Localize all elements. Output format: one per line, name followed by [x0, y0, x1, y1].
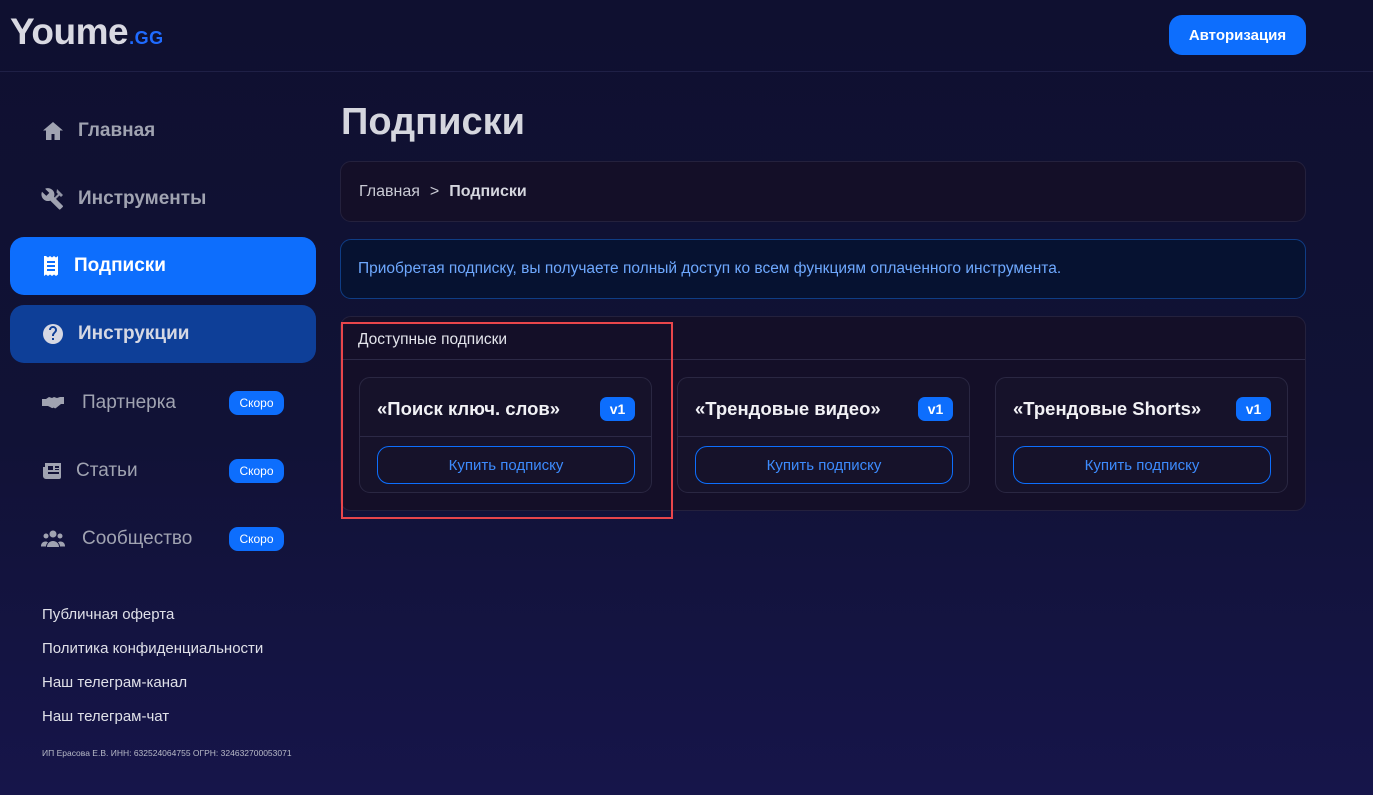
sidebar-item-label: Статьи	[76, 460, 138, 481]
top-header: Youme.GG Авторизация	[0, 0, 1373, 72]
subscriptions-panel: Доступные подписки «Поиск ключ. слов» v1…	[340, 316, 1306, 511]
sidebar-item-partners[interactable]: Партнерка Скоро	[10, 374, 316, 432]
legal-info: ИП Ерасова Е.В. ИНН: 632524064755 ОГРН: …	[42, 748, 292, 758]
newspaper-icon	[40, 458, 66, 484]
logo[interactable]: Youme.GG	[10, 12, 164, 58]
sidebar-item-subscriptions[interactable]: Подписки	[10, 237, 316, 295]
page-title: Подписки	[341, 101, 525, 143]
card-header: «Трендовые Shorts» v1	[996, 378, 1287, 437]
subscription-card: «Поиск ключ. слов» v1 Купить подписку	[359, 377, 652, 493]
card-title: «Трендовые видео»	[695, 398, 881, 419]
info-alert-text: Приобретая подписку, вы получаете полный…	[358, 260, 1062, 277]
privacy-policy-link[interactable]: Политика конфиденциальности	[42, 640, 263, 657]
subscription-card: «Трендовые Shorts» v1 Купить подписку	[995, 377, 1288, 493]
card-title: «Поиск ключ. слов»	[377, 398, 561, 419]
logo-tld: .GG	[129, 28, 164, 48]
handshake-icon	[40, 390, 66, 416]
sidebar-item-label: Главная	[78, 120, 156, 141]
card-header: «Поиск ключ. слов» v1	[360, 378, 651, 437]
tools-icon	[40, 186, 66, 212]
subscription-card: «Трендовые видео» v1 Купить подписку	[677, 377, 970, 493]
users-icon	[40, 526, 66, 552]
question-circle-icon	[40, 321, 66, 347]
breadcrumb-home-link[interactable]: Главная	[359, 183, 420, 201]
version-badge: v1	[1236, 397, 1271, 421]
soon-badge: Скоро	[229, 527, 284, 551]
telegram-channel-link[interactable]: Наш телеграм-канал	[42, 674, 187, 691]
soon-badge: Скоро	[229, 459, 284, 483]
breadcrumb: Главная > Подписки	[340, 161, 1306, 222]
card-header: «Трендовые видео» v1	[678, 378, 969, 437]
sidebar-item-articles[interactable]: Статьи Скоро	[10, 442, 316, 500]
soon-badge: Скоро	[229, 391, 284, 415]
home-icon	[40, 118, 66, 144]
sidebar-item-home[interactable]: Главная	[10, 102, 316, 160]
version-badge: v1	[918, 397, 953, 421]
buy-subscription-button[interactable]: Купить подписку	[695, 446, 953, 484]
sidebar-item-label: Сообщество	[82, 528, 193, 549]
logo-main: Youme	[10, 11, 129, 52]
sidebar-item-label: Подписки	[74, 255, 166, 276]
card-title: «Трендовые Shorts»	[1013, 398, 1202, 419]
sidebar-item-community[interactable]: Сообщество Скоро	[10, 510, 316, 568]
sidebar-item-instructions[interactable]: Инструкции	[10, 305, 316, 363]
version-badge: v1	[600, 397, 635, 421]
subscriptions-header: Доступные подписки	[341, 317, 1305, 360]
buy-subscription-button[interactable]: Купить подписку	[1013, 446, 1271, 484]
sidebar-item-tools[interactable]: Инструменты	[10, 170, 316, 228]
breadcrumb-current: Подписки	[449, 182, 527, 200]
telegram-chat-link[interactable]: Наш телеграм-чат	[42, 708, 169, 725]
breadcrumb-separator: >	[429, 182, 440, 200]
public-offer-link[interactable]: Публичная оферта	[42, 606, 174, 623]
login-button[interactable]: Авторизация	[1169, 15, 1306, 55]
sidebar-item-label: Инструкции	[78, 323, 190, 344]
receipt-icon	[38, 253, 64, 279]
sidebar-item-label: Инструменты	[78, 188, 207, 209]
sidebar-item-label: Партнерка	[82, 392, 176, 413]
info-alert: Приобретая подписку, вы получаете полный…	[340, 239, 1306, 299]
buy-subscription-button[interactable]: Купить подписку	[377, 446, 635, 484]
